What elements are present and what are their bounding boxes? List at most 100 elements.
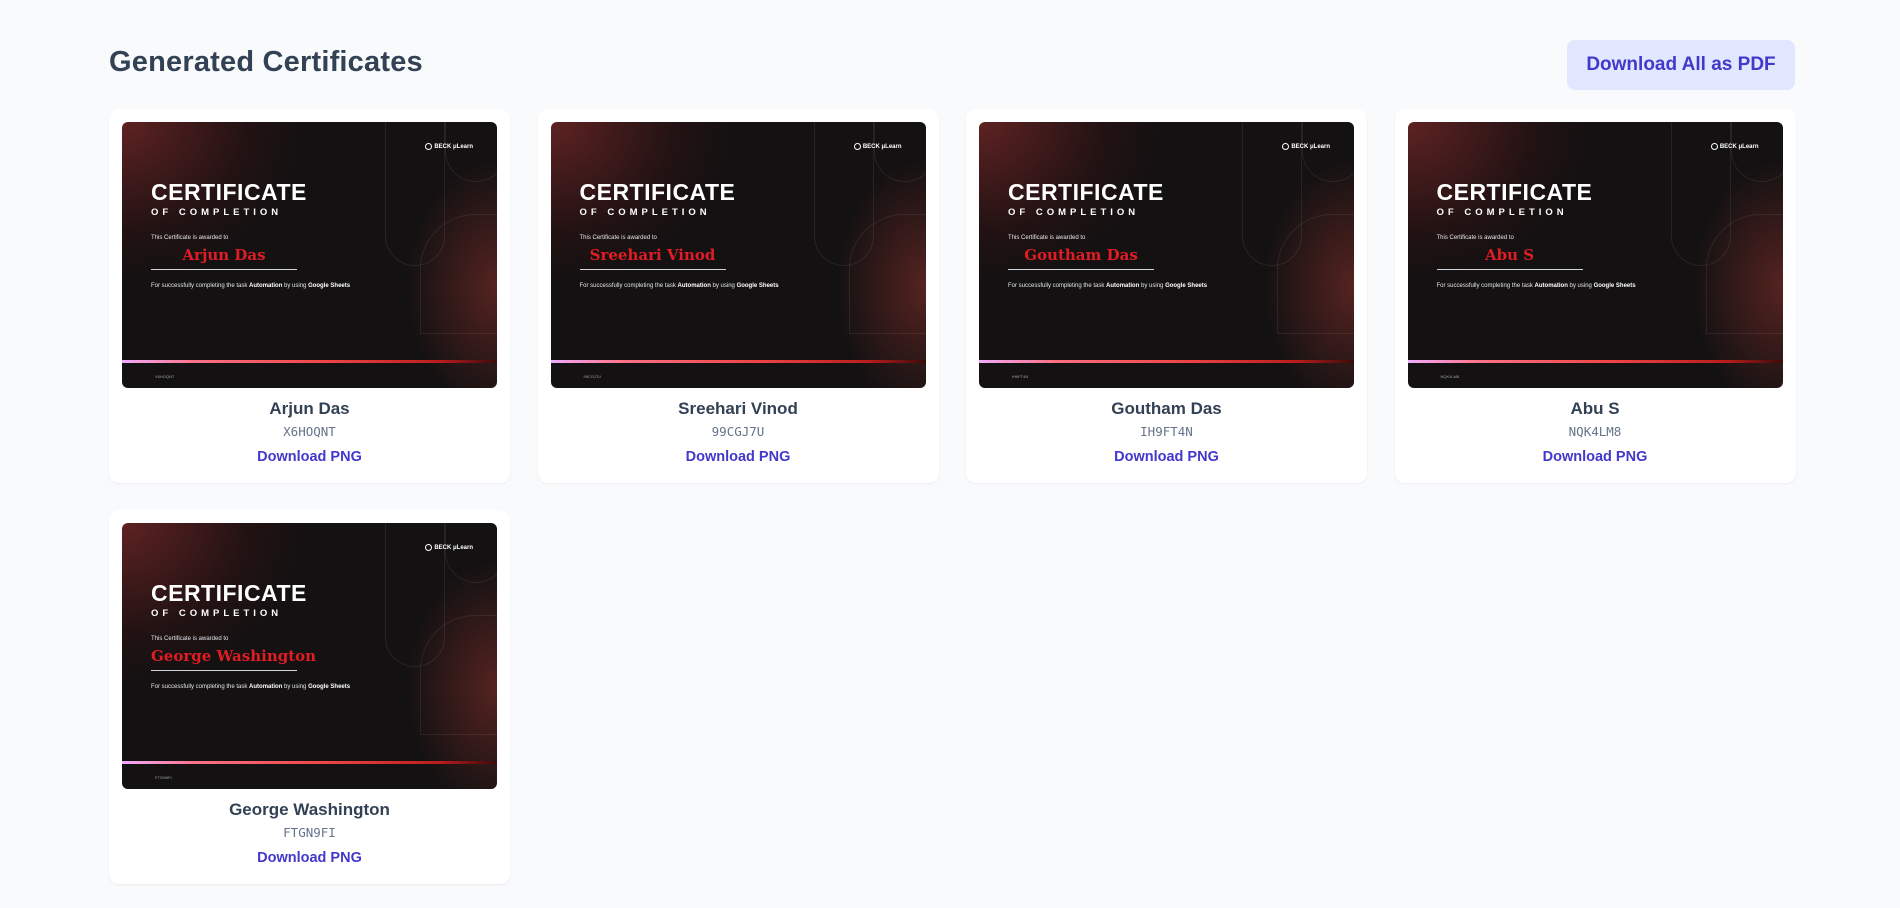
logo-ring-icon bbox=[425, 143, 433, 150]
body-middle: by using bbox=[282, 283, 309, 289]
certificate-awarded-text: This Certificate is awarded to bbox=[1008, 235, 1086, 241]
certificate-heading: CERTIFICATE bbox=[579, 179, 736, 205]
certificate-logo-text: BECK μLearn bbox=[434, 544, 473, 551]
body-tool: Google Sheets bbox=[736, 283, 779, 289]
body-tool: Google Sheets bbox=[308, 684, 351, 690]
body-middle: by using bbox=[1567, 283, 1594, 289]
certificate-preview: BECK μLearn CERTIFICATE OF COMPLETION Th… bbox=[122, 122, 497, 388]
certificate-heading: CERTIFICATE bbox=[1436, 179, 1593, 205]
certificate-subheading: OF COMPLETION bbox=[151, 207, 283, 218]
recipient-name: Goutham Das bbox=[1111, 399, 1222, 418]
certificate-logo: BECK μLearn bbox=[853, 143, 902, 150]
certificate-preview: BECK μLearn CERTIFICATE OF COMPLETION Th… bbox=[979, 122, 1354, 388]
decorative-arch bbox=[1730, 122, 1783, 182]
certificate-recipient-name: Arjun Das bbox=[182, 246, 266, 264]
page-title: Generated Certificates bbox=[109, 46, 423, 78]
certificate-logo-text: BECK μLearn bbox=[1291, 143, 1330, 150]
certificate-awarded-text: This Certificate is awarded to bbox=[151, 235, 229, 241]
certificate-preview: BECK μLearn CERTIFICATE OF COMPLETION Th… bbox=[122, 523, 497, 789]
certificate-name-underline bbox=[151, 670, 297, 671]
download-png-link[interactable]: Download PNG bbox=[686, 449, 791, 465]
certificate-awarded-text: This Certificate is awarded to bbox=[151, 636, 229, 642]
recipient-name: Arjun Das bbox=[269, 399, 350, 418]
certificate-id: FTGN9FI bbox=[155, 775, 172, 780]
body-task: Automation bbox=[1106, 283, 1140, 289]
certificate-logo: BECK μLearn bbox=[1710, 143, 1759, 150]
body-tool: Google Sheets bbox=[1593, 283, 1636, 289]
certificate-logo: BECK μLearn bbox=[425, 544, 473, 551]
body-middle: by using bbox=[1139, 283, 1166, 289]
certificate-body-text: For successfully completing the task Aut… bbox=[1008, 282, 1208, 292]
certificate-gradient-bar bbox=[122, 761, 497, 764]
certificate-card: BECK μLearn CERTIFICATE OF COMPLETION Th… bbox=[1394, 109, 1796, 483]
body-tool: Google Sheets bbox=[308, 283, 351, 289]
certificate-subheading: OF COMPLETION bbox=[579, 207, 711, 218]
download-png-link[interactable]: Download PNG bbox=[1543, 449, 1648, 465]
certificate-gradient-bar bbox=[979, 360, 1354, 363]
certificate-heading: CERTIFICATE bbox=[151, 179, 307, 205]
certificate-recipient-name: Abu S bbox=[1484, 246, 1535, 264]
certificate-preview: BECK μLearn CERTIFICATE OF COMPLETION Th… bbox=[550, 122, 926, 388]
logo-ring-icon bbox=[1282, 143, 1290, 150]
decorative-arch bbox=[445, 122, 497, 182]
certificate-recipient-name: Sreehari Vinod bbox=[589, 246, 716, 264]
body-prefix: For successfully completing the task bbox=[1008, 283, 1107, 289]
download-png-link[interactable]: Download PNG bbox=[257, 850, 362, 866]
certificate-recipient-name: Goutham Das bbox=[1024, 246, 1138, 264]
body-prefix: For successfully completing the task bbox=[579, 283, 678, 289]
download-all-pdf-button[interactable]: Download All as PDF bbox=[1567, 40, 1795, 90]
body-task: Automation bbox=[677, 283, 711, 289]
certificate-logo: BECK μLearn bbox=[1282, 143, 1330, 150]
body-tool: Google Sheets bbox=[1165, 283, 1208, 289]
certificate-code: X6HOQNT bbox=[283, 424, 336, 439]
certificate-logo-text: BECK μLearn bbox=[1719, 143, 1759, 150]
body-middle: by using bbox=[710, 283, 737, 289]
certificate-code: FTGN9FI bbox=[283, 825, 336, 840]
certificate-id: IH9FT4N bbox=[1012, 374, 1029, 379]
certificate-code: 99CGJ7U bbox=[711, 424, 765, 439]
certificate-body-text: For successfully completing the task Aut… bbox=[151, 282, 351, 292]
certificate-card: BECK μLearn CERTIFICATE OF COMPLETION Th… bbox=[109, 109, 510, 483]
logo-ring-icon bbox=[425, 544, 433, 551]
certificate-heading: CERTIFICATE bbox=[151, 580, 307, 606]
certificate-subheading: OF COMPLETION bbox=[1436, 207, 1568, 218]
certificate-id: NQK4LM8 bbox=[1440, 374, 1460, 379]
body-prefix: For successfully completing the task bbox=[151, 283, 250, 289]
certificate-name-underline bbox=[151, 269, 297, 270]
certificate-grid: BECK μLearn CERTIFICATE OF COMPLETION Th… bbox=[109, 109, 1796, 884]
decorative-arch bbox=[1302, 122, 1354, 182]
certificate-name-underline bbox=[579, 269, 726, 270]
certificate-preview: BECK μLearn CERTIFICATE OF COMPLETION Th… bbox=[1407, 122, 1783, 388]
body-task: Automation bbox=[249, 283, 283, 289]
logo-ring-icon bbox=[853, 143, 861, 150]
certificate-body-text: For successfully completing the task Aut… bbox=[1437, 282, 1637, 292]
certificate-name-underline bbox=[1436, 269, 1583, 270]
download-png-link[interactable]: Download PNG bbox=[257, 449, 362, 465]
certificate-recipient-name: George Washington bbox=[151, 647, 317, 665]
certificate-heading: CERTIFICATE bbox=[1008, 179, 1164, 205]
certificate-logo-text: BECK μLearn bbox=[862, 143, 902, 150]
download-png-link[interactable]: Download PNG bbox=[1114, 449, 1219, 465]
recipient-name: Sreehari Vinod bbox=[678, 399, 798, 418]
certificate-gradient-bar bbox=[550, 360, 926, 363]
certificate-name-underline bbox=[1008, 269, 1154, 270]
certificate-body-text: For successfully completing the task Aut… bbox=[151, 683, 351, 693]
body-task: Automation bbox=[249, 684, 283, 690]
body-task: Automation bbox=[1534, 283, 1568, 289]
certificate-card: BECK μLearn CERTIFICATE OF COMPLETION Th… bbox=[966, 109, 1367, 483]
logo-ring-icon bbox=[1710, 143, 1718, 150]
body-middle: by using bbox=[282, 684, 309, 690]
certificate-code: IH9FT4N bbox=[1140, 424, 1193, 439]
recipient-name: Abu S bbox=[1570, 399, 1620, 418]
certificate-id: X6HOQNT bbox=[155, 374, 175, 379]
decorative-arch bbox=[873, 122, 926, 182]
certificate-code: NQK4LM8 bbox=[1568, 424, 1622, 439]
certificate-logo: BECK μLearn bbox=[425, 143, 473, 150]
certificate-gradient-bar bbox=[1407, 360, 1783, 363]
certificate-card: BECK μLearn CERTIFICATE OF COMPLETION Th… bbox=[537, 109, 939, 483]
body-prefix: For successfully completing the task bbox=[151, 684, 250, 690]
certificate-awarded-text: This Certificate is awarded to bbox=[579, 235, 657, 241]
certificate-card: BECK μLearn CERTIFICATE OF COMPLETION Th… bbox=[109, 510, 510, 884]
certificate-logo-text: BECK μLearn bbox=[434, 143, 473, 150]
body-prefix: For successfully completing the task bbox=[1436, 283, 1535, 289]
